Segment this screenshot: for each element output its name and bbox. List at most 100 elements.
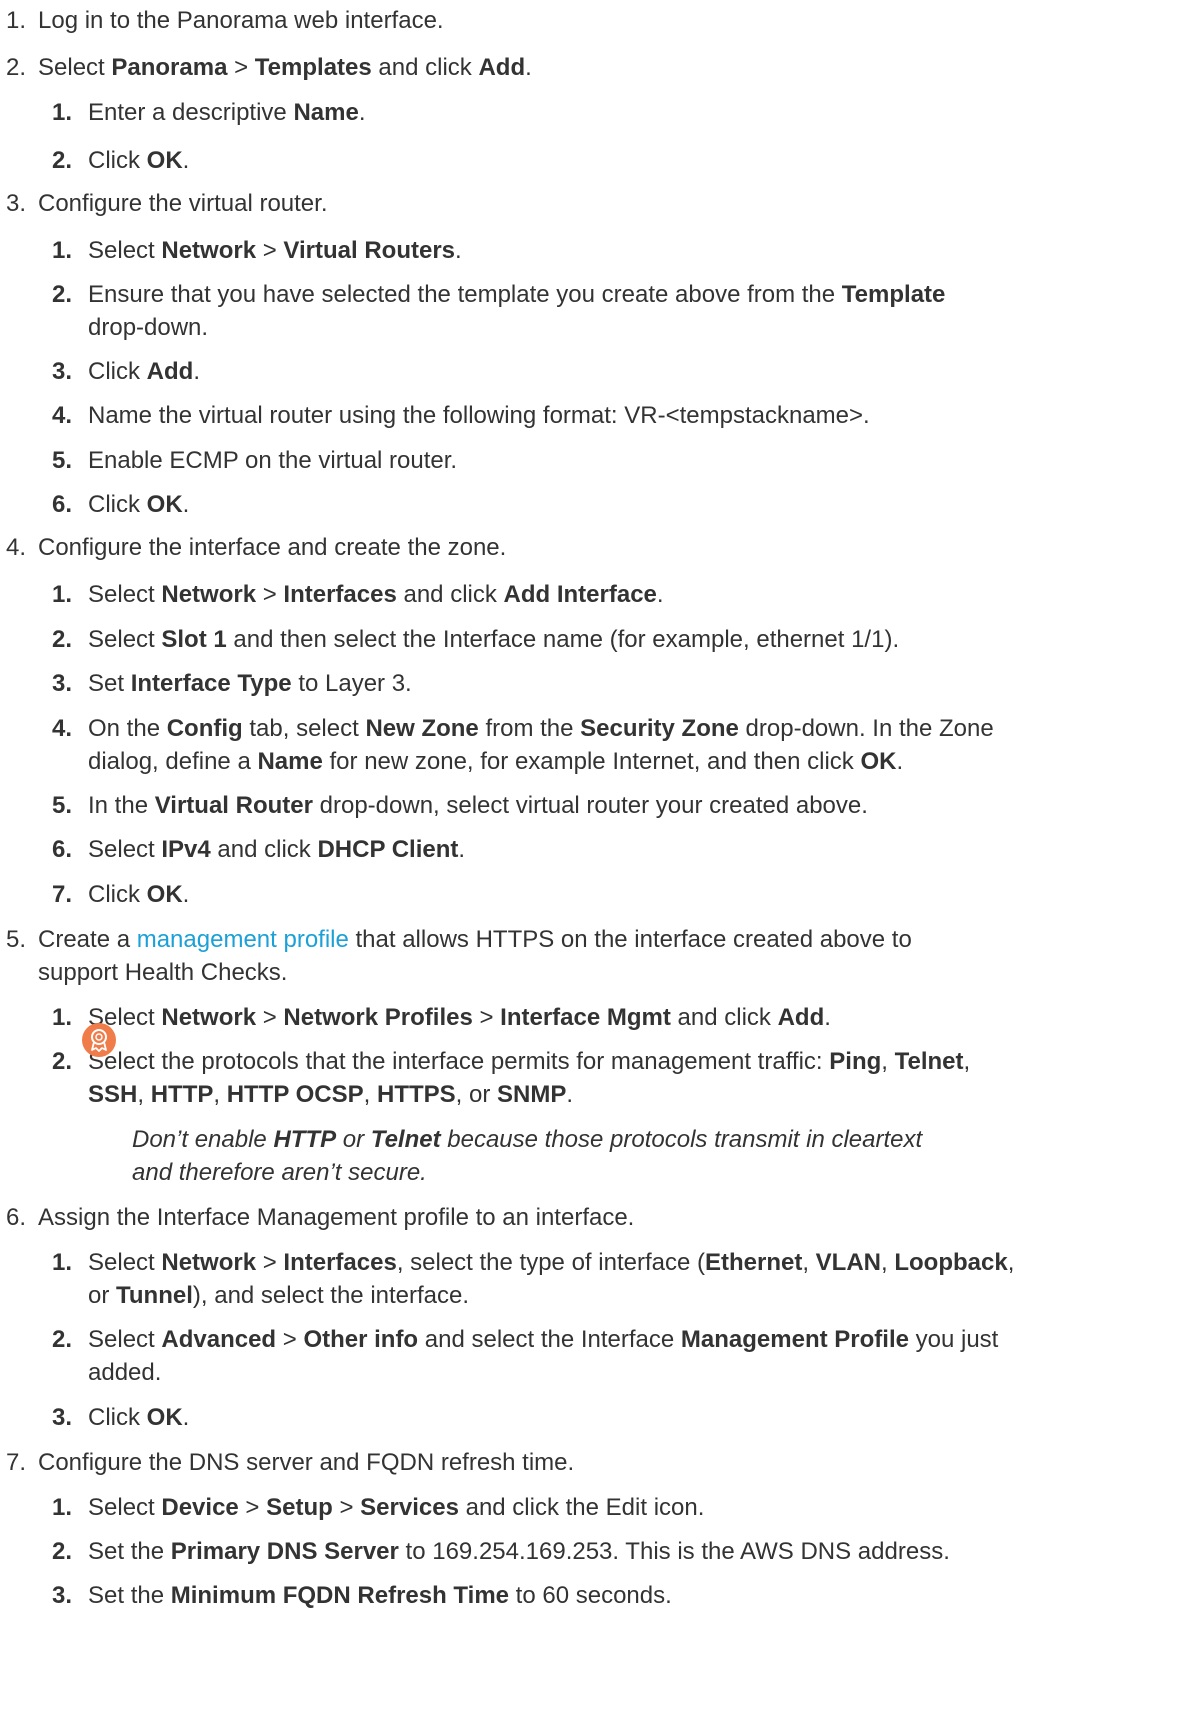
ui-term: Name [257,748,323,775]
text-segment: Select [88,626,162,653]
substep-text: Select Slot 1 and then select the Interf… [88,625,899,655]
text-segment: . [566,1081,574,1108]
ui-term: Primary DNS Server [170,1538,399,1565]
step-text: Configure the virtual router. [38,189,328,219]
ui-term: Tunnel [116,1282,193,1309]
text-segment: you just [908,1326,999,1353]
text-segment: Select [88,237,162,264]
ui-term: Management Profile [680,1326,909,1353]
text-segment: > [256,1004,284,1031]
step-text: Assign the Interface Management profile … [38,1203,634,1233]
text-segment: or [88,1282,117,1309]
substep-text: added. [88,1358,161,1388]
substep-number: 5. [52,792,73,819]
ui-term: SNMP [497,1081,567,1108]
management-profile-link[interactable]: management profile [137,926,349,953]
text-segment: > [256,1249,284,1276]
text-segment: Configure the virtual router. [38,190,328,217]
text-segment: Select [88,1494,162,1521]
text-segment: > [238,1494,267,1521]
substep-text: Enter a descriptive Name. [88,98,365,128]
ui-term: SSH [88,1081,138,1108]
ui-term: Advanced [161,1326,277,1353]
text-segment: Set the [88,1582,171,1609]
ui-term: Add Interface [503,581,657,608]
ui-term: Network [161,1004,257,1031]
text-segment: and select the Interface [418,1326,681,1353]
substep-text: Select IPv4 and click DHCP Client. [88,835,465,865]
text-segment: > [276,1326,304,1353]
text-segment: Set [88,670,131,697]
substep-text: Ensure that you have selected the templa… [88,280,945,310]
ui-term: Name [293,99,359,126]
text-segment: , [363,1081,377,1108]
text-segment: Name the virtual router using the follow… [88,402,870,429]
text-segment: On the [88,715,167,742]
step-number: 2. [6,54,27,81]
text-segment: Enter a descriptive [88,99,294,126]
step-text: Create a management profile that allows … [38,925,912,955]
text-segment: Set the [88,1538,171,1565]
text-segment: Click [88,147,147,174]
text-segment: . [358,99,366,126]
ui-term: Loopback [894,1249,1008,1276]
text-segment: Ensure that you have selected the templa… [88,281,842,308]
ui-term: Template [841,281,946,308]
ui-term: Device [161,1494,239,1521]
substep-text: SSH, HTTP, HTTP OCSP, HTTPS, or SNMP. [88,1080,573,1110]
substep-text: Select Network > Interfaces and click Ad… [88,580,664,610]
substep-number: 3. [52,1582,73,1609]
text-segment: . [458,836,466,863]
text-segment: added. [88,1359,162,1386]
substep-text: drop-down. [88,313,208,343]
ui-term: Slot 1 [161,626,227,653]
ui-term: HTTPS [376,1081,456,1108]
text-segment: , [881,1048,895,1075]
text-segment: to 169.254.169.253. This is the AWS DNS … [398,1538,950,1565]
step-number: 5. [6,926,27,953]
substep-text: Select Network > Virtual Routers. [88,236,462,266]
substep-number: 4. [52,402,73,429]
substep-number: 5. [52,447,73,474]
text-segment: Log in to the Panorama web interface. [38,7,444,34]
text-segment: Configure the DNS server and FQDN refres… [38,1449,575,1476]
substep-number: 6. [52,836,73,863]
text-segment: . [193,358,200,385]
text-segment: because those protocols transmit in clea… [440,1126,923,1153]
text-segment: . [455,237,462,264]
ui-term: New Zone [365,715,479,742]
ui-term: Config [166,715,243,742]
ui-term: Ethernet [704,1249,803,1276]
ui-term: Virtual Routers [283,237,456,264]
ui-term: HTTP [150,1081,214,1108]
substep-text: Click OK. [88,146,189,176]
substep-number: 2. [52,626,73,653]
substep-number: 2. [52,147,73,174]
substep-text: Set the Primary DNS Server to 169.254.16… [88,1537,950,1567]
text-segment: and click [670,1004,778,1031]
text-segment: to Layer 3. [291,670,412,697]
ui-term: HTTP [273,1126,337,1153]
text-segment: , [213,1081,227,1108]
ui-term: Network [161,581,257,608]
ui-term: VLAN [815,1249,882,1276]
text-segment: from the [478,715,581,742]
ui-term: Interface Type [130,670,292,697]
text-segment: . [525,54,532,81]
text-segment: . [182,147,190,174]
substep-number: 2. [52,1048,73,1075]
ui-term: Templates [254,54,372,81]
substep-text: or Tunnel), and select the interface. [88,1281,469,1311]
text-segment: and click [210,836,318,863]
text-segment: Click [88,491,147,518]
substep-number: 1. [52,1249,73,1276]
text-segment: , select the type of interface ( [396,1249,705,1276]
text-segment: . [182,1404,190,1431]
substep-text: Click OK. [88,490,189,520]
ui-term: IPv4 [161,836,211,863]
text-segment: Select the protocols that the interface … [88,1048,830,1075]
text-segment: In the [88,792,155,819]
ui-term: Ping [829,1048,882,1075]
text-segment: tab, select [242,715,366,742]
text-segment: Select [88,1249,162,1276]
